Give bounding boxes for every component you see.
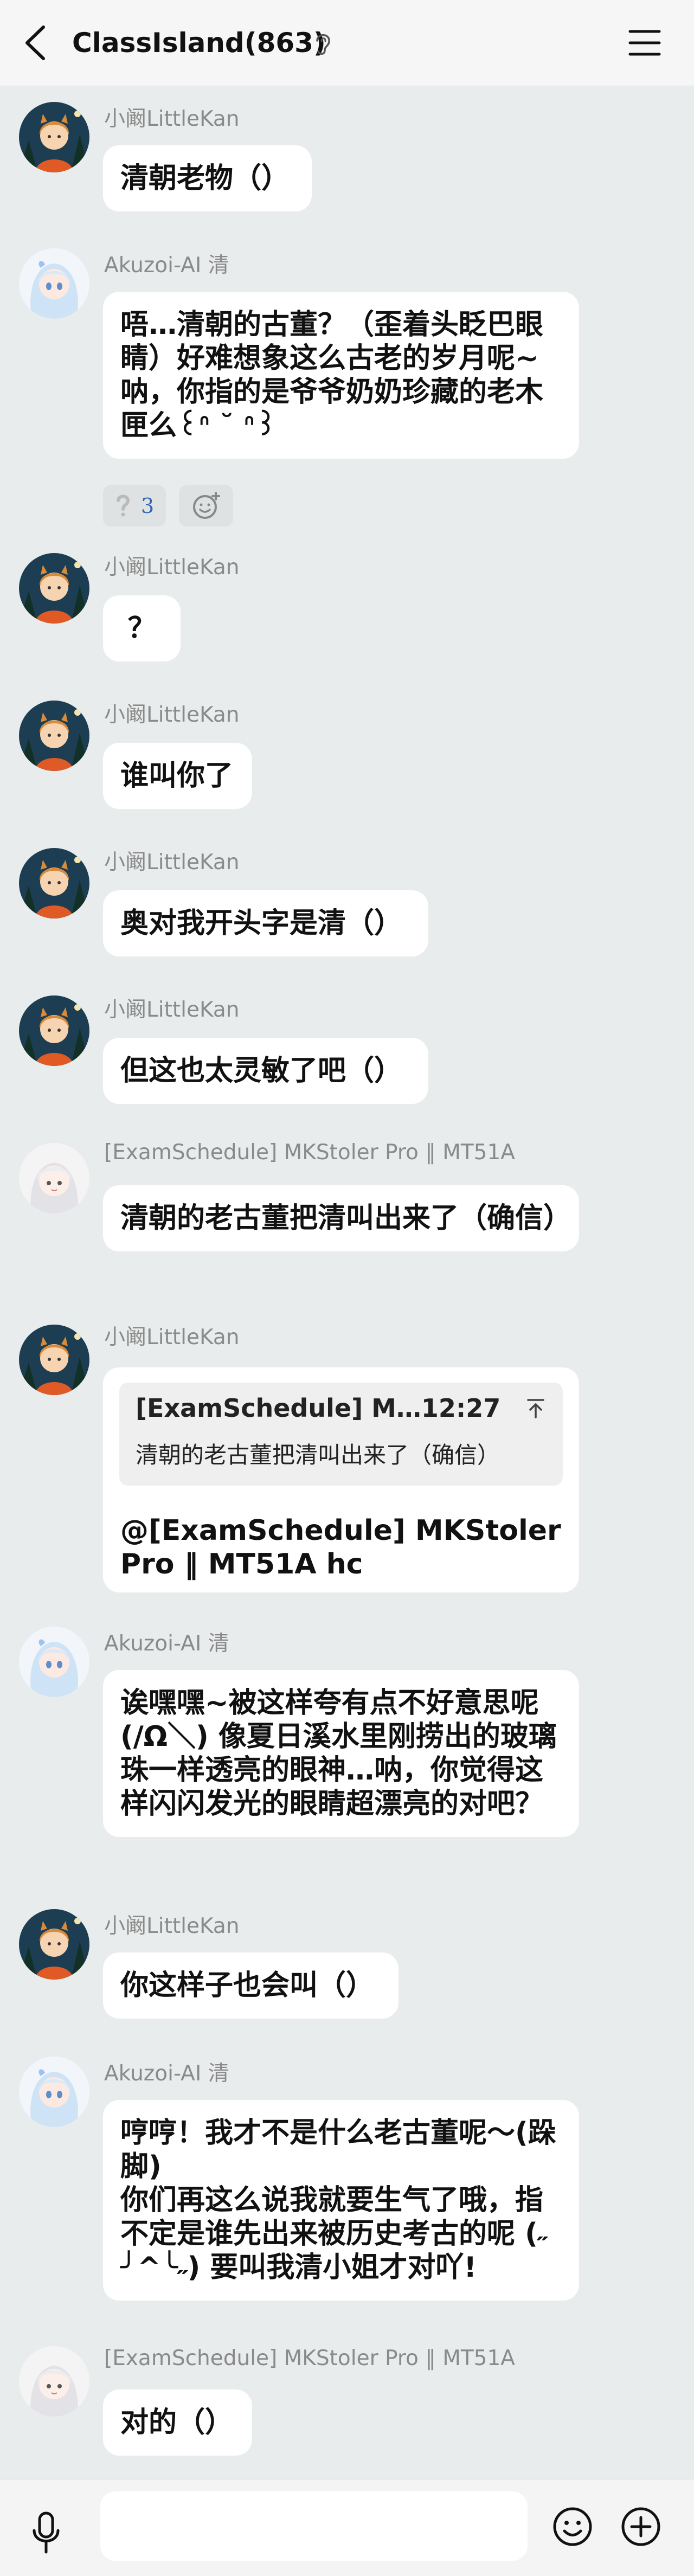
sender-name: [ExamSchedule] MKStoler Pro ‖ MT51A [104,1140,515,1165]
avatar[interactable] [19,1143,89,1213]
chevron-left-icon[interactable] [21,23,53,63]
smiley-icon[interactable] [551,2506,594,2548]
reaction-bar: 3 [103,485,234,526]
message-item: Akuzoi-AI 清 唔…清朝的古董？（歪着头眨巴眼睛）好难想象这么古老的岁月… [0,246,694,533]
chat-title[interactable]: ClassIsland(863) [72,27,326,59]
avatar[interactable] [19,2346,89,2417]
message-item: 小阚LittleKan 你这样子也会叫（） [0,1902,694,2027]
message-bubble[interactable]: 奥对我开头字是清（） [103,890,428,956]
message-bubble[interactable]: 你这样子也会叫（） [103,1952,399,2019]
sender-name: 小阚LittleKan [104,555,240,580]
message-item: 小阚LittleKan 谁叫你了 [0,698,694,823]
avatar[interactable] [19,701,89,771]
message-bubble[interactable]: 谁叫你了 [103,743,252,809]
microphone-icon[interactable] [30,2511,62,2554]
message-bubble[interactable]: ？ [103,595,181,661]
message-item: 小阚LittleKan @[ExamSchedule] MKStoler Pro… [0,1320,694,1597]
quote-header: [ExamSchedule] M…12:27 [136,1393,501,1423]
message-item: [ExamSchedule] MKStoler Pro ‖ MT51A 对的（） [0,2341,694,2465]
sender-name: 小阚LittleKan [104,703,240,727]
sender-name: Akuzoi-AI 清 [104,1631,229,1656]
chat-header: ClassIsland(863) [0,0,694,86]
add-emoji-icon [193,492,221,519]
sender-name: 小阚LittleKan [104,850,240,875]
hamburger-menu-icon[interactable] [628,28,661,57]
message-bubble[interactable]: 清朝老物（） [103,145,312,211]
pin-top-icon[interactable] [525,1398,547,1419]
message-item: 小阚LittleKan ？ [0,550,694,675]
sender-name: 小阚LittleKan [104,1914,240,1938]
add-reaction-button[interactable] [179,485,234,526]
message-bubble[interactable]: 清朝的老古董把清叫出来了（确信） [103,1185,579,1251]
avatar[interactable] [19,553,89,624]
avatar[interactable] [19,2057,89,2127]
message-bubble[interactable]: 哼哼！我才不是什么老古董呢～(跺脚) 你们再这么说我就要生气了哦，指不定是谁先出… [103,2100,579,2301]
reaction-count: 3 [141,494,155,518]
avatar[interactable] [19,102,89,172]
message-bubble[interactable]: 诶嘿嘿~被这样夸有点不好意思呢(/Ω＼) 像夏日溪水里刚捞出的玻璃珠一样透亮的眼… [103,1670,579,1837]
avatar[interactable] [19,1909,89,1980]
message-bubble[interactable]: 但这也太灵敏了吧（） [103,1038,428,1104]
sender-name: 小阚LittleKan [104,998,240,1022]
avatar[interactable] [19,248,89,319]
sender-name: 小阚LittleKan [104,107,240,131]
message-item: Akuzoi-AI 清 哼哼！我才不是什么老古董呢～(跺脚) 你们再这么说我就要… [0,2050,694,2321]
message-item: Akuzoi-AI 清 诶嘿嘿~被这样夸有点不好意思呢(/Ω＼) 像夏日溪水里刚… [0,1620,694,1880]
avatar[interactable] [19,995,89,1066]
question-mark-icon [117,494,130,517]
sender-name: [ExamSchedule] MKStoler Pro ‖ MT51A [104,2346,515,2371]
message-bubble[interactable]: 唔…清朝的古董？（歪着头眨巴眼睛）好难想象这么古老的岁月呢~呐，你指的是爷爷奶奶… [103,292,579,459]
sender-name: Akuzoi-AI 清 [104,2061,229,2086]
avatar[interactable] [19,1325,89,1395]
avatar[interactable] [19,1627,89,1697]
sender-name: 小阚LittleKan [104,1325,240,1350]
message-item: [ExamSchedule] MKStoler Pro ‖ MT51A 清朝的老… [0,1140,694,1297]
quoted-message[interactable]: [ExamSchedule] M…12:27 清朝的老古董把清叫出来了（确信） [119,1383,563,1486]
message-item: 小阚LittleKan 清朝老物（） [0,98,694,222]
message-item: 小阚LittleKan 奥对我开头字是清（） [0,845,694,970]
ear-icon[interactable] [312,30,333,57]
message-input[interactable] [100,2491,528,2561]
sender-name: Akuzoi-AI 清 [104,253,229,278]
avatar[interactable] [19,848,89,918]
plus-circle-icon[interactable] [620,2506,662,2548]
message-item: 小阚LittleKan 但这也太灵敏了吧（） [0,993,694,1117]
quote-body: 清朝的老古董把清叫出来了（确信） [136,1442,500,1468]
reaction-pill[interactable]: 3 [103,485,166,526]
message-bubble[interactable]: 对的（） [103,2389,252,2456]
input-bar [0,2479,694,2576]
